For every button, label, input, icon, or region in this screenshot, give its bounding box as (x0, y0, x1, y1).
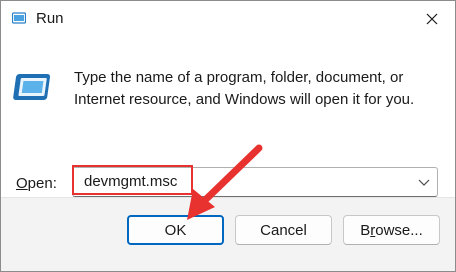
browse-label-rest: owse... (375, 221, 423, 239)
open-input[interactable]: devmgmt.msc (84, 173, 177, 190)
description-line-1: Type the name of a program, folder, docu… (74, 69, 404, 86)
description-text: Type the name of a program, folder, docu… (74, 67, 434, 111)
browse-label-prefix: B (360, 221, 371, 239)
run-app-icon (12, 12, 26, 24)
run-dialog: Run Type the name of a program, folder, … (0, 0, 456, 272)
open-label: Open: (16, 175, 57, 192)
cancel-button[interactable]: Cancel (235, 215, 332, 245)
open-label-rest: pen: (27, 175, 57, 192)
browse-button[interactable]: Br owse... (343, 215, 440, 245)
window-title: Run (36, 10, 64, 27)
close-icon (426, 13, 438, 25)
description-line-2: Internet resource, and Windows will open… (74, 91, 415, 108)
title-bar: Run (1, 1, 455, 37)
close-button[interactable] (419, 7, 445, 31)
ok-button[interactable]: OK (127, 215, 224, 245)
dialog-content: Type the name of a program, folder, docu… (1, 37, 455, 197)
button-bar: OK Cancel Br owse... (1, 197, 455, 271)
chevron-down-icon[interactable] (417, 177, 431, 187)
run-program-icon (13, 74, 51, 100)
open-combobox[interactable]: devmgmt.msc (72, 167, 438, 197)
open-label-accesskey: O (16, 175, 28, 192)
